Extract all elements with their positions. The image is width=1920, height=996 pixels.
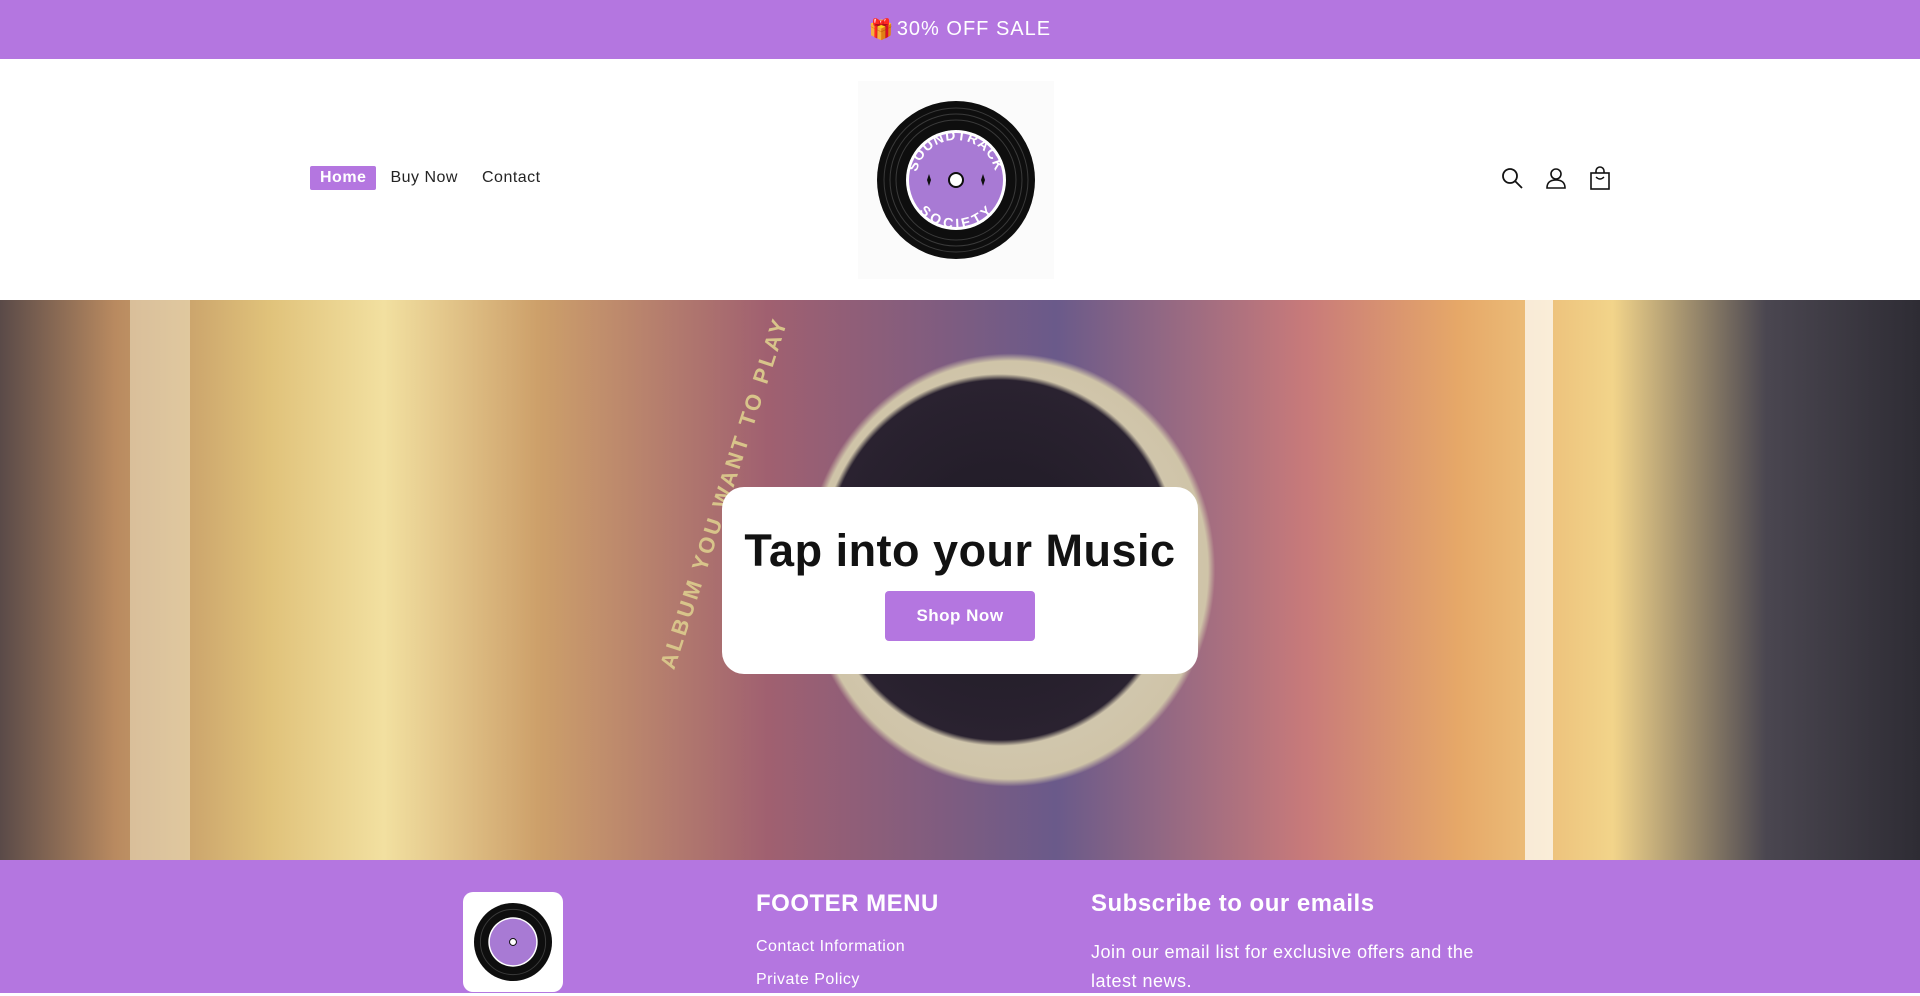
nav-item-buy-now[interactable]: Buy Now xyxy=(380,166,468,190)
hero-image-decor xyxy=(130,300,190,860)
footer-menu-title: FOOTER MENU xyxy=(756,890,939,917)
account-icon[interactable] xyxy=(1542,164,1570,192)
vinyl-logo-icon xyxy=(473,902,553,982)
gift-icon: 🎁 xyxy=(868,19,895,41)
announcement-bar: 🎁 30% OFF SALE xyxy=(0,0,1920,59)
subscribe-text: Join our email list for exclusive offers… xyxy=(1091,942,1474,991)
site-header: Home Buy Now Contact SOUNDTRACK SOCIETY xyxy=(0,59,1920,300)
hero-banner: ALBUM YOU WANT TO PLAY Tap into your Mus… xyxy=(0,300,1920,860)
nav-item-contact[interactable]: Contact xyxy=(472,166,551,190)
footer-subscribe: Subscribe to our emails Join our email l… xyxy=(1091,890,1521,996)
announcement-text[interactable]: 30% OFF SALE xyxy=(897,18,1051,41)
header-icons xyxy=(1498,164,1630,192)
footer-menu: FOOTER MENU Contact Information Private … xyxy=(756,890,939,989)
main-nav: Home Buy Now Contact xyxy=(310,166,555,190)
vinyl-logo-icon: SOUNDTRACK SOCIETY xyxy=(877,101,1035,259)
search-icon[interactable] xyxy=(1498,164,1526,192)
hero-card: Tap into your Music Shop Now xyxy=(722,487,1198,674)
subscribe-title: Subscribe to our emails xyxy=(1091,890,1375,917)
site-footer: FOOTER MENU Contact Information Private … xyxy=(0,860,1920,993)
nav-item-home[interactable]: Home xyxy=(310,166,377,190)
shop-now-button[interactable]: Shop Now xyxy=(885,591,1035,641)
footer-link-contact-information[interactable]: Contact Information xyxy=(756,938,939,956)
hero-heading: Tap into your Music xyxy=(744,525,1176,576)
footer-link-private-policy[interactable]: Private Policy xyxy=(756,971,939,989)
cart-icon[interactable] xyxy=(1586,164,1614,192)
site-logo[interactable]: SOUNDTRACK SOCIETY xyxy=(858,81,1054,279)
footer-logo[interactable] xyxy=(463,892,563,992)
hero-image-decor xyxy=(1525,300,1553,860)
